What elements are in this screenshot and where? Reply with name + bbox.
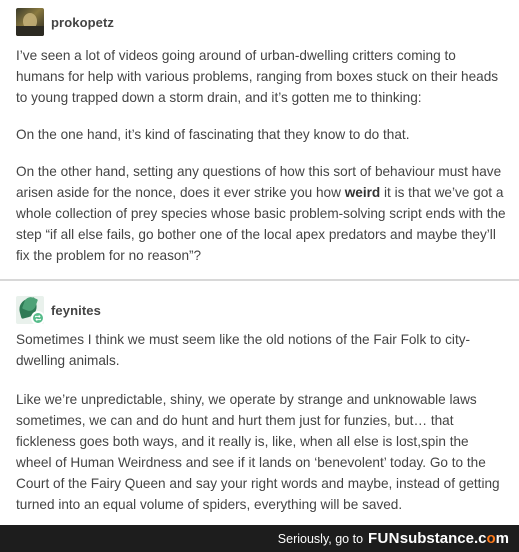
post-paragraph: Like we’re unpredictable, shiny, we oper… [16, 392, 500, 512]
logo-o: o [486, 530, 496, 547]
post-paragraph: I’ve seen a lot of videos going around o… [16, 48, 499, 105]
username[interactable]: feynites [51, 303, 101, 318]
post-header: feynites [16, 296, 101, 324]
emphasis-text: weird [344, 185, 381, 200]
post-paragraph: On the one hand, it’s kind of fascinatin… [16, 127, 410, 142]
footer-text: Seriously, go to [277, 531, 364, 546]
footer-content: Seriously, go to FUN substance .com [278, 525, 509, 552]
reblog-icon [31, 311, 44, 324]
logo-fun: FUN [368, 530, 400, 547]
post-header: prokopetz [16, 8, 114, 36]
post-prokopetz: prokopetz I’ve seen a lot of videos goin… [0, 0, 519, 279]
post-paragraph: Sometimes I think we must seem like the … [16, 332, 471, 368]
site-logo[interactable]: FUN substance .com [368, 530, 509, 547]
watermark-footer: Seriously, go to FUN substance .com [0, 525, 519, 552]
post-feynites: feynites Sometimes I think we must seem … [0, 281, 519, 525]
avatar[interactable] [16, 296, 44, 324]
logo-com-part: m [495, 530, 509, 547]
logo-com-part: .c [473, 530, 487, 547]
logo-substance: substance [399, 530, 474, 547]
avatar[interactable] [16, 8, 44, 36]
post-paragraph: On the other hand, setting any questions… [16, 161, 506, 266]
logo-com: .com [474, 530, 509, 547]
username[interactable]: prokopetz [51, 15, 114, 30]
